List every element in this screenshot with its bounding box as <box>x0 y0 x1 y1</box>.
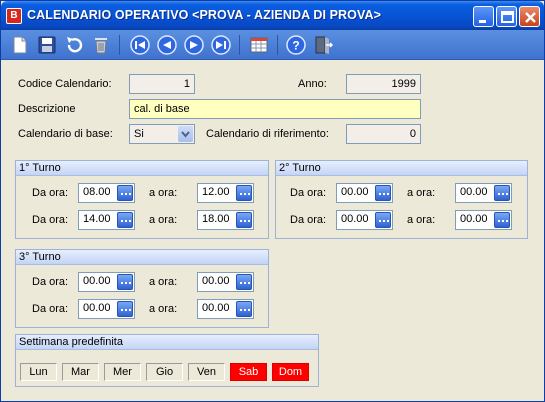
riferimento-label: Calendario di riferimento: <box>206 128 329 140</box>
minimize-button[interactable] <box>473 6 494 27</box>
delete-icon[interactable] <box>90 34 112 56</box>
time-picker-icon[interactable] <box>117 274 133 290</box>
base-select[interactable]: Si <box>129 124 195 144</box>
help-icon[interactable]: ? <box>285 34 307 56</box>
app-icon: B <box>6 8 22 24</box>
time-picker-icon[interactable] <box>375 185 391 201</box>
turno-2-r1-da-label: Da ora: <box>290 187 327 199</box>
riferimento-field[interactable]: 0 <box>346 124 421 144</box>
turno-3-r1-da-label: Da ora: <box>32 276 69 288</box>
turno-2-r1-a-label: a ora: <box>407 187 436 199</box>
day-toggle-sab[interactable]: Sab <box>230 363 267 381</box>
turno-2-r2-da-label: Da ora: <box>290 214 327 226</box>
turno-2-title: 2° Turno <box>276 161 527 176</box>
time-picker-icon[interactable] <box>117 185 133 201</box>
turno-3-r1-a-field[interactable]: 00.00 <box>197 272 254 292</box>
main-window: B CALENDARIO OPERATIVO <PROVA - AZIENDA … <box>0 0 545 402</box>
day-toggle-mar[interactable]: Mar <box>62 363 99 381</box>
turno-3-r2-a-field[interactable]: 00.00 <box>197 299 254 319</box>
turno-1-r1-da-label: Da ora: <box>32 187 69 199</box>
undo-icon[interactable] <box>63 34 85 56</box>
turno-2-r1-a-field[interactable]: 00.00 <box>455 183 512 203</box>
turno-1-r1-a-field[interactable]: 12.00 <box>197 183 254 203</box>
day-toggle-dom[interactable]: Dom <box>272 363 309 381</box>
turno-1-r2-da-field[interactable]: 14.00 <box>78 210 135 230</box>
turno-1-r1-a-label: a ora: <box>149 187 178 199</box>
time-picker-icon[interactable] <box>117 212 133 228</box>
time-picker-icon[interactable] <box>236 274 252 290</box>
turno-2-r2-da-field[interactable]: 00.00 <box>336 210 393 230</box>
last-record-icon[interactable] <box>210 34 232 56</box>
time-picker-icon[interactable] <box>494 212 510 228</box>
base-select-value: Si <box>134 128 144 140</box>
time-picker-icon[interactable] <box>494 185 510 201</box>
base-label: Calendario di base: <box>18 128 113 140</box>
turno-1-title: 1° Turno <box>16 161 268 176</box>
turno-3-r2-da-label: Da ora: <box>32 303 69 315</box>
turno-3-r1-da-field[interactable]: 00.00 <box>78 272 135 292</box>
settimana-title: Settimana predefinita <box>16 335 318 350</box>
first-record-icon[interactable] <box>129 34 151 56</box>
exit-door-icon[interactable] <box>312 34 334 56</box>
day-toggle-lun[interactable]: Lun <box>20 363 57 381</box>
turno-2-r1-da-field[interactable]: 00.00 <box>336 183 393 203</box>
day-toggle-gio[interactable]: Gio <box>146 363 183 381</box>
title-bar[interactable]: B CALENDARIO OPERATIVO <PROVA - AZIENDA … <box>1 1 544 30</box>
time-picker-icon[interactable] <box>236 185 252 201</box>
turno-1-r2-da-label: Da ora: <box>32 214 69 226</box>
close-icon <box>525 12 536 23</box>
turno-3-r2-a-label: a ora: <box>149 303 178 315</box>
turno-1-r1-da-field[interactable]: 08.00 <box>78 183 135 203</box>
turno-3-title: 3° Turno <box>16 250 268 265</box>
turno-3-r2-da-field[interactable]: 00.00 <box>78 299 135 319</box>
turno-1-r2-a-field[interactable]: 18.00 <box>197 210 254 230</box>
maximize-icon <box>501 11 514 23</box>
maximize-button[interactable] <box>496 6 517 27</box>
previous-record-icon[interactable] <box>156 34 178 56</box>
svg-text:?: ? <box>292 39 299 53</box>
next-record-icon[interactable] <box>183 34 205 56</box>
time-picker-icon[interactable] <box>375 212 391 228</box>
new-document-icon[interactable] <box>9 34 31 56</box>
window-title: CALENDARIO OPERATIVO <PROVA - AZIENDA DI… <box>27 8 382 22</box>
day-toggle-ven[interactable]: Ven <box>188 363 225 381</box>
turno-2-r2-a-field[interactable]: 00.00 <box>455 210 512 230</box>
time-picker-icon[interactable] <box>236 212 252 228</box>
turno-3-r1-a-label: a ora: <box>149 276 178 288</box>
turno-1-r2-a-label: a ora: <box>149 214 178 226</box>
anno-label: Anno: <box>298 78 327 90</box>
save-icon[interactable] <box>36 34 58 56</box>
codice-label: Codice Calendario: <box>18 78 112 90</box>
time-picker-icon[interactable] <box>117 301 133 317</box>
chevron-down-icon[interactable] <box>178 126 193 142</box>
toolbar: ? <box>1 30 544 60</box>
descrizione-field[interactable]: cal. di base <box>129 99 421 119</box>
minimize-icon <box>479 20 486 23</box>
time-picker-icon[interactable] <box>236 301 252 317</box>
anno-field[interactable]: 1999 <box>346 74 421 94</box>
day-toggle-mer[interactable]: Mer <box>104 363 141 381</box>
turno-2-r2-a-label: a ora: <box>407 214 436 226</box>
codice-field[interactable]: 1 <box>129 74 195 94</box>
grid-view-icon[interactable] <box>248 34 270 56</box>
descrizione-label: Descrizione <box>18 103 76 115</box>
close-button[interactable] <box>519 6 540 27</box>
